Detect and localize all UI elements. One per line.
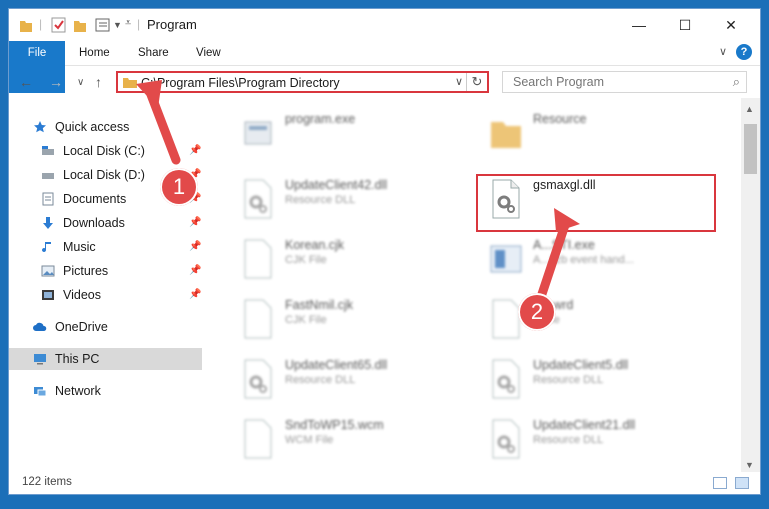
step-2-badge: 2 (518, 293, 556, 331)
arrow-1-head (136, 80, 162, 108)
annotation-arrows (136, 80, 580, 305)
step-1-badge: 1 (160, 168, 198, 206)
